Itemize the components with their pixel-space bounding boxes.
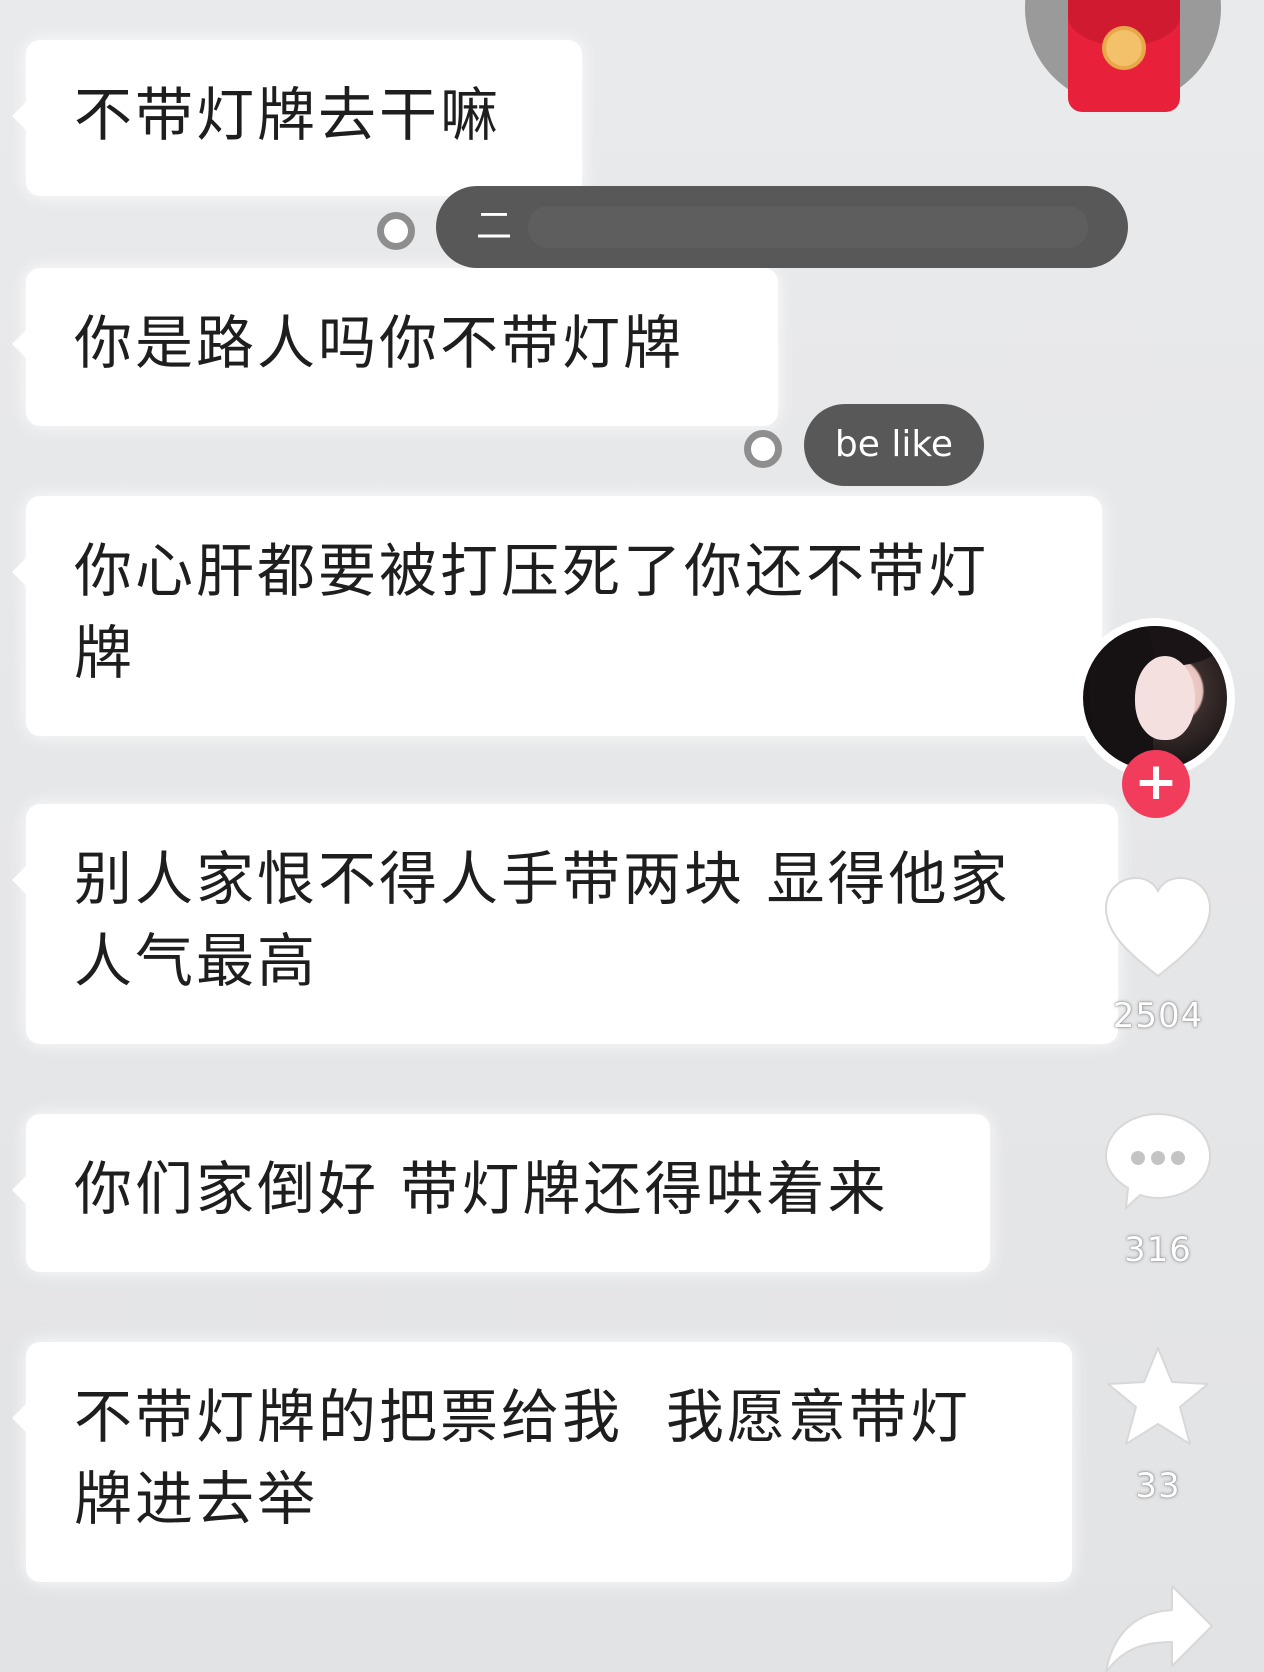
like-count: 2504: [1112, 996, 1204, 1036]
danmaku-comment[interactable]: be like: [804, 404, 984, 486]
plus-icon: +: [1134, 752, 1178, 812]
message-bubble: 别人家恨不得人手带两块 显得他家 人气最高: [12, 804, 1118, 1044]
message-bubble: 不带灯牌的把票给我 我愿意带灯 牌进去举: [12, 1342, 1072, 1582]
message-bubble: 你心肝都要被打压死了你还不带灯 牌: [12, 496, 1102, 736]
danmaku-comment[interactable]: 二: [436, 186, 1128, 268]
comment-count: 316: [1124, 1230, 1192, 1270]
share-icon[interactable]: [1102, 1582, 1214, 1672]
message-bubble: 你们家倒好 带灯牌还得哄着来: [12, 1114, 990, 1272]
danmaku-indicator: [377, 212, 415, 250]
star-icon[interactable]: [1102, 1344, 1214, 1452]
danmaku-indicator: [744, 430, 782, 468]
follow-button[interactable]: +: [1122, 750, 1190, 818]
danmaku-text: 二: [476, 206, 513, 247]
favorite-count: 33: [1135, 1466, 1181, 1506]
message-bubble: 不带灯牌去干嘛: [12, 40, 582, 196]
comment-icon[interactable]: [1100, 1108, 1216, 1212]
message-bubble: 你是路人吗你不带灯牌: [12, 268, 778, 426]
heart-icon[interactable]: [1100, 874, 1216, 982]
red-packet-icon[interactable]: [1068, 0, 1180, 112]
danmaku-text: be like: [834, 424, 954, 465]
